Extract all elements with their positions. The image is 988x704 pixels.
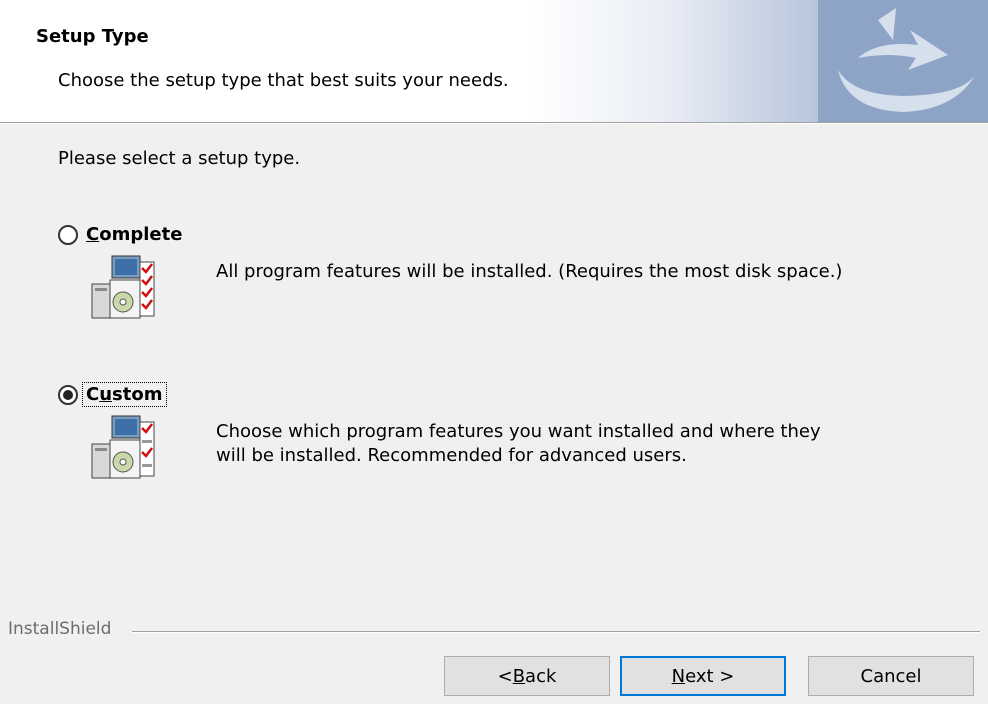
setup-computer-icon [91,255,155,319]
installshield-logo-icon [818,0,988,122]
installshield-brand: InstallShield [8,619,112,639]
header-divider-highlight [0,123,988,124]
complete-description: All program features will be installed. … [216,261,843,282]
custom-option[interactable]: Custom [58,382,167,407]
setup-computer-icon [91,415,155,479]
page-title: Setup Type [36,26,149,47]
installshield-banner [528,0,988,122]
setup-type-prompt: Please select a setup type. [58,148,301,169]
complete-radio[interactable] [58,224,78,245]
back-button[interactable]: < Back [444,656,610,696]
cancel-button[interactable]: Cancel [808,656,974,696]
complete-label[interactable]: Complete [84,224,184,245]
custom-description: Choose which program features you want i… [216,421,821,466]
complete-option[interactable]: Complete [58,224,184,245]
page-subtitle: Choose the setup type that best suits yo… [58,70,509,91]
header-panel: Setup Type Choose the setup type that be… [0,0,988,122]
next-button[interactable]: Next > [620,656,786,696]
footer-divider-highlight [132,632,980,633]
custom-radio[interactable] [58,384,78,405]
custom-label[interactable]: Custom [82,382,167,407]
